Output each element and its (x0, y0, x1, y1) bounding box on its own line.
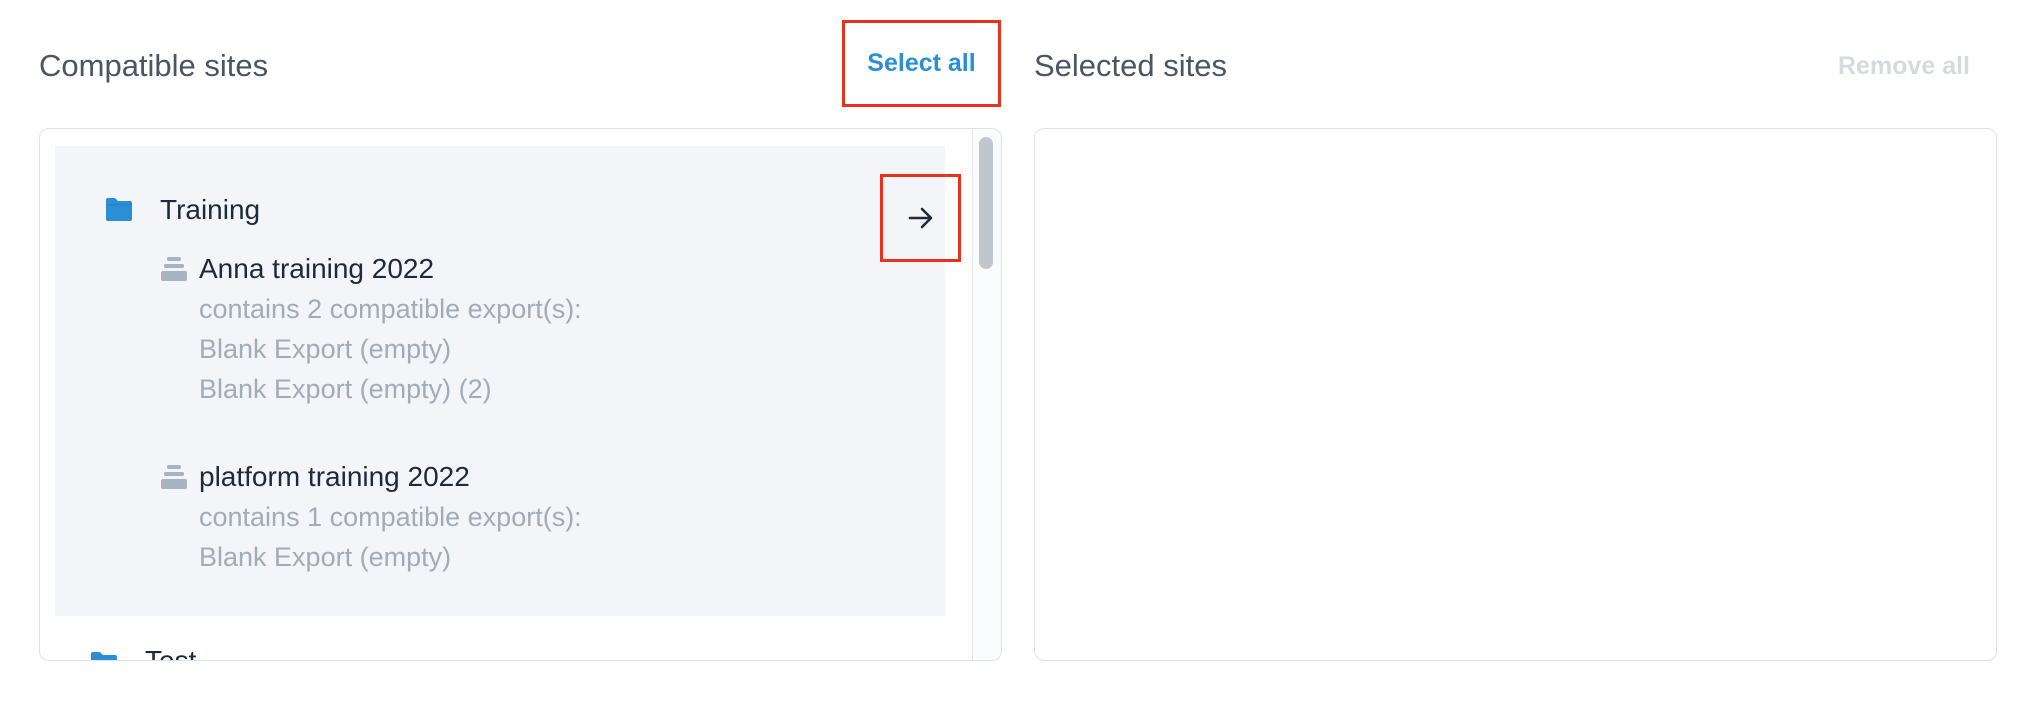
site-summary: contains 2 compatible export(s): (199, 294, 582, 324)
folder-name: Training (160, 194, 261, 225)
export-item: Blank Export (empty) (199, 334, 452, 364)
export-item: Blank Export (empty) (199, 542, 452, 572)
select-all-button[interactable]: Select all (842, 20, 1001, 107)
database-icon (161, 465, 187, 489)
site-summary: contains 1 compatible export(s): (199, 502, 582, 532)
folder-name: Test (145, 645, 197, 661)
compatible-sites-list[interactable]: Training Anna training 2022 contains 2 c… (39, 128, 1002, 661)
selected-sites-list[interactable] (1034, 128, 1997, 661)
site-name: Anna training 2022 (199, 253, 435, 284)
compatible-sites-title: Compatible sites (39, 48, 269, 83)
remove-all-button[interactable]: Remove all (1838, 52, 1970, 81)
folder-icon (91, 652, 117, 660)
database-icon (161, 257, 187, 281)
site-name: platform training 2022 (199, 461, 470, 492)
folder-group-training[interactable]: Training Anna training 2022 contains 2 c… (55, 146, 961, 616)
export-item: Blank Export (empty) (2) (199, 374, 492, 404)
move-to-selected-button[interactable] (880, 174, 961, 262)
arrow-right-icon (908, 207, 932, 229)
folder-icon (106, 198, 132, 221)
selected-sites-title: Selected sites (1034, 48, 1227, 83)
scrollbar-thumb[interactable] (979, 137, 993, 269)
